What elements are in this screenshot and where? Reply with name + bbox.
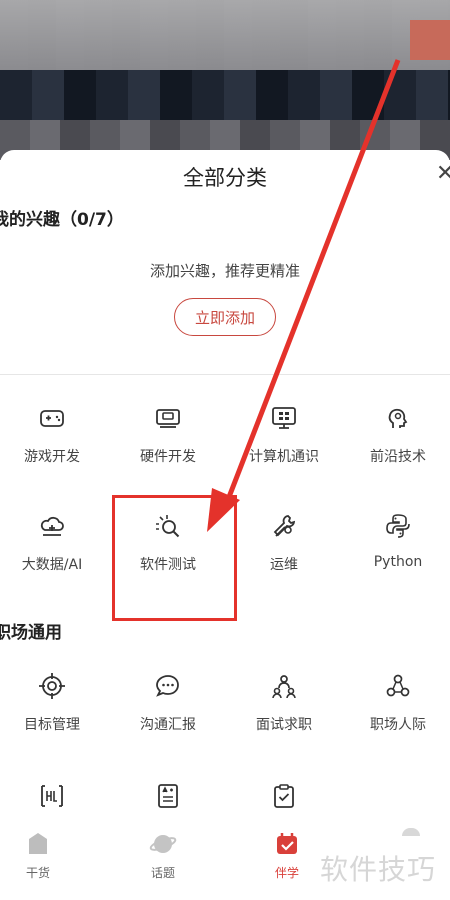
people-network-icon	[386, 674, 410, 697]
bug-search-icon	[156, 515, 180, 538]
computer-icon	[272, 407, 296, 429]
category-game-dev[interactable]: 游戏开发	[0, 404, 108, 466]
category-goal-management[interactable]: 目标管理	[0, 672, 108, 734]
category-label: 职场人际	[370, 717, 426, 733]
category-label: 计算机通识	[249, 449, 319, 465]
category-checklist[interactable]	[228, 782, 340, 810]
category-bigdata-ai[interactable]: 大数据/AI	[0, 512, 108, 574]
watermark: 软件技巧	[320, 853, 437, 886]
planet-icon	[149, 835, 177, 853]
category-label: 软件测试	[140, 557, 196, 573]
clipboard-check-icon	[274, 784, 294, 808]
sheet-title: 全部分类	[183, 166, 267, 190]
category-communication[interactable]: 沟通汇报	[112, 672, 224, 734]
gamepad-icon	[40, 410, 64, 427]
category-label: 大数据/AI	[21, 557, 83, 573]
tab-label: 干货	[25, 866, 50, 880]
interview-icon	[272, 675, 296, 699]
category-label: Python	[373, 554, 423, 570]
category-interview[interactable]: 面试求职	[228, 672, 340, 734]
ai-head-icon	[388, 408, 408, 428]
category-hardware-dev[interactable]: 硬件开发	[112, 404, 224, 466]
category-software-testing[interactable]: 软件测试	[112, 512, 224, 574]
category-label: 前沿技术	[370, 449, 426, 465]
category-label: 面试求职	[256, 717, 312, 733]
python-icon	[386, 514, 410, 538]
tab-ganhuo[interactable]: 干货	[3, 830, 73, 881]
workplace-title: 职场通用	[0, 623, 62, 643]
calendar-icon	[277, 833, 297, 854]
bag-icon	[29, 833, 47, 854]
cloud-icon	[40, 516, 64, 536]
category-resume[interactable]	[0, 782, 108, 810]
hardware-icon	[156, 409, 180, 428]
add-interest-button[interactable]: 立即添加	[174, 298, 276, 336]
category-sheet: 全部分类 ✕ 我的兴趣（0/7） 添加兴趣，推荐更精准 立即添加 游戏开发 硬件…	[0, 150, 450, 900]
interests-hint: 添加兴趣，推荐更精准	[149, 262, 300, 280]
category-label: 沟通汇报	[140, 717, 196, 733]
blur-red-patch	[410, 20, 450, 60]
category-frontier-tech[interactable]: 前沿技术	[342, 404, 450, 466]
category-label: 游戏开发	[24, 449, 80, 465]
tab-topics[interactable]: 话题	[128, 830, 198, 881]
tab-banxue[interactable]: 伴学	[252, 830, 322, 881]
tab-label: 话题	[150, 866, 175, 880]
category-label: 硬件开发	[140, 449, 196, 465]
category-profile[interactable]	[112, 782, 224, 810]
category-label: 运维	[270, 557, 298, 573]
target-icon	[39, 673, 65, 699]
category-workplace-relations[interactable]: 职场人际	[342, 672, 450, 734]
resume-icon	[41, 785, 63, 807]
divider	[0, 374, 450, 375]
tab-label: 伴学	[274, 866, 299, 880]
tab-edge-icon	[402, 828, 420, 836]
category-python[interactable]: Python	[342, 512, 450, 570]
wrench-icon	[273, 515, 296, 537]
category-label: 目标管理	[24, 717, 80, 733]
blurred-background	[0, 0, 450, 160]
close-icon[interactable]: ✕	[436, 162, 450, 186]
interests-title: 我的兴趣（0/7）	[0, 210, 124, 230]
profile-card-icon	[158, 784, 178, 808]
blur-band-top	[0, 0, 450, 70]
category-ops[interactable]: 运维	[228, 512, 340, 574]
category-computer-basics[interactable]: 计算机通识	[228, 404, 340, 466]
chat-icon	[156, 675, 179, 697]
